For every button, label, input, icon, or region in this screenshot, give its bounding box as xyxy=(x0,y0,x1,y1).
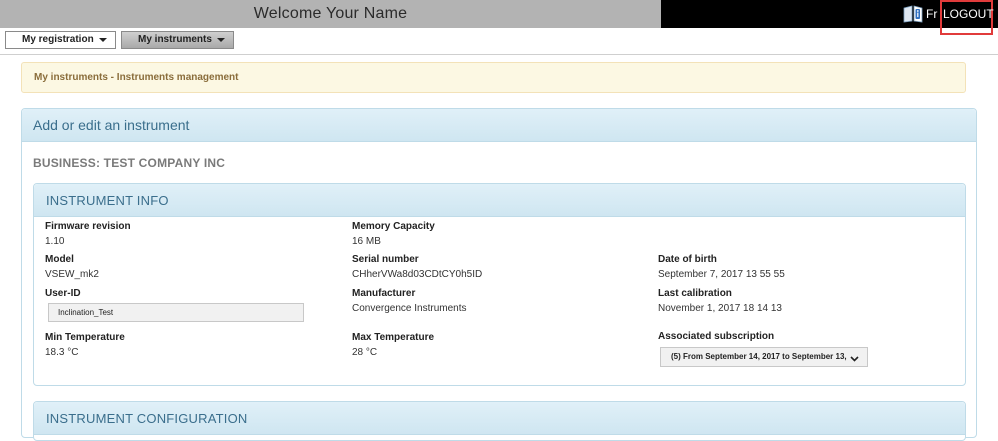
welcome-text: Welcome Your Name xyxy=(253,5,408,22)
logout-button[interactable]: LOGOUT xyxy=(943,0,994,28)
menu-my-instruments-label: My instruments xyxy=(138,34,212,45)
breadcrumb-notice: My instruments - Instruments management xyxy=(21,62,966,93)
min-temperature-label: Min Temperature xyxy=(45,332,125,343)
manufacturer-label: Manufacturer xyxy=(352,288,416,299)
userid-field[interactable]: Inclination_Test xyxy=(48,303,304,322)
serial-number-label: Serial number xyxy=(352,254,419,265)
model-label: Model xyxy=(45,254,74,265)
instrument-configuration-section: INSTRUMENT CONFIGURATION xyxy=(33,401,966,441)
memory-capacity-value: 16 MB xyxy=(352,236,381,247)
chevron-down-icon xyxy=(850,352,859,362)
chevron-down-icon xyxy=(99,38,107,42)
firmware-label: Firmware revision xyxy=(45,221,131,232)
last-calibration-label: Last calibration xyxy=(658,288,732,299)
top-bar: Welcome Your Name Fr LOGOUT xyxy=(0,0,998,35)
subscription-select[interactable]: (5) From September 14, 2017 to September… xyxy=(660,347,868,367)
instrument-info-section: INSTRUMENT INFO Firmware revision 1.10 M… xyxy=(33,183,966,386)
associated-subscription-label: Associated subscription xyxy=(658,331,775,342)
instrument-configuration-header[interactable]: INSTRUMENT CONFIGURATION xyxy=(34,402,965,435)
language-toggle-link[interactable]: Fr xyxy=(926,0,937,28)
panel-title: Add or edit an instrument xyxy=(33,117,190,133)
manufacturer-value: Convergence Instruments xyxy=(352,303,467,314)
max-temperature-label: Max Temperature xyxy=(352,332,435,343)
business-name: BUSINESS: TEST COMPANY INC xyxy=(33,156,226,170)
instrument-info-title: INSTRUMENT INFO xyxy=(46,193,169,208)
serial-number-value: CHherVWa8d03CDtCY0h5ID xyxy=(352,269,483,280)
notice-text: My instruments - Instruments management xyxy=(34,72,239,83)
model-value: VSEW_mk2 xyxy=(45,269,99,280)
instrument-configuration-title: INSTRUMENT CONFIGURATION xyxy=(46,411,248,426)
userid-label: User-ID xyxy=(45,288,81,299)
instrument-info-header: INSTRUMENT INFO xyxy=(34,184,965,217)
min-temperature-value: 18.3 °C xyxy=(45,347,79,358)
menu-my-instruments[interactable]: My instruments xyxy=(121,31,234,49)
panel-header: Add or edit an instrument xyxy=(22,109,976,142)
date-of-birth-value: September 7, 2017 13 55 55 xyxy=(658,269,785,280)
instrument-edit-panel: Add or edit an instrument BUSINESS: TEST… xyxy=(21,108,977,441)
menu-my-registration-label: My registration xyxy=(22,34,94,45)
subscription-select-value: (5) From September 14, 2017 to September… xyxy=(671,352,847,361)
book-help-icon[interactable] xyxy=(903,5,923,23)
last-calibration-value: November 1, 2017 18 14 13 xyxy=(658,303,782,314)
menu-my-registration[interactable]: My registration xyxy=(5,31,116,49)
max-temperature-value: 28 °C xyxy=(352,347,378,358)
memory-capacity-label: Memory Capacity xyxy=(352,221,435,232)
date-of-birth-label: Date of birth xyxy=(658,254,717,265)
firmware-value: 1.10 xyxy=(45,236,65,247)
chevron-down-icon xyxy=(217,38,225,42)
menu-bar: My registration My instruments xyxy=(0,28,998,55)
